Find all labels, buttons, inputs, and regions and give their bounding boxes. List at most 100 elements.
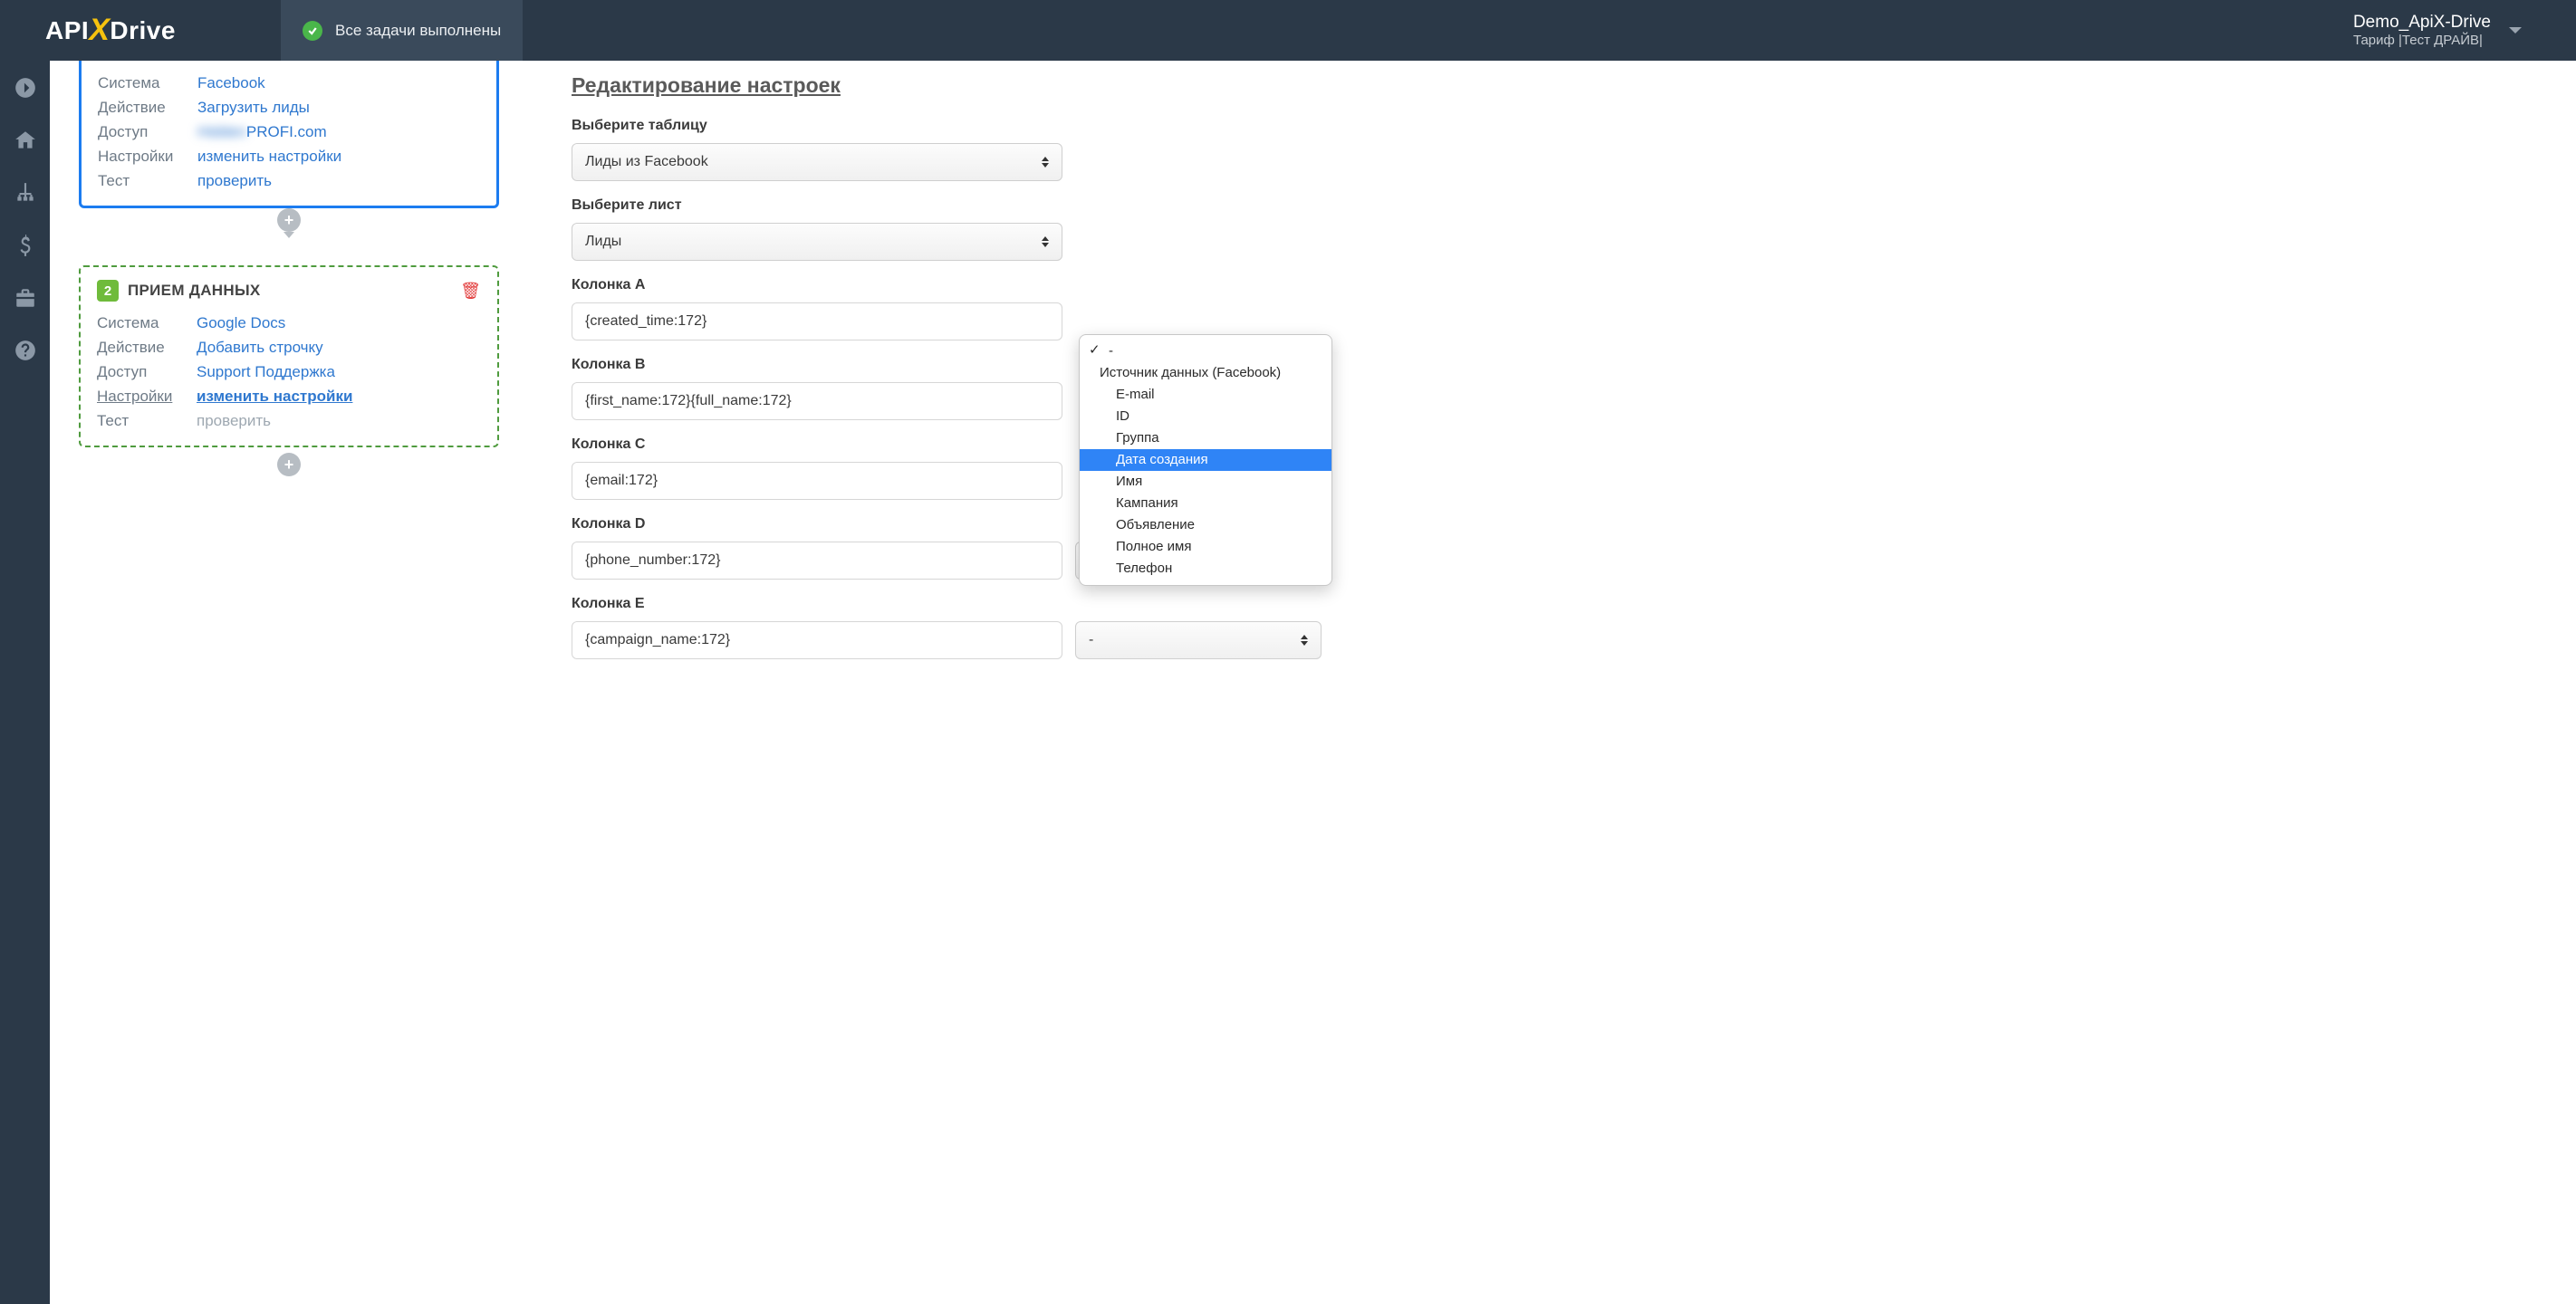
dropdown-opt-group[interactable]: Группа (1080, 427, 1331, 449)
receiver-test-value: проверить (197, 408, 481, 433)
source-system-value[interactable]: Facebook (197, 71, 480, 95)
rail-briefcase-icon[interactable] (11, 283, 40, 312)
dropdown-opt-email[interactable]: E-mail (1080, 384, 1331, 406)
connector-2: + (79, 453, 499, 476)
rail-help-icon[interactable] (11, 336, 40, 365)
rail-arrow-icon[interactable] (11, 73, 40, 102)
step-title: ПРИЕМ ДАННЫХ (128, 282, 261, 300)
table-select[interactable]: Лиды из Facebook (572, 143, 1062, 181)
receiver-action-label: Действие (97, 335, 197, 360)
rail-dollar-icon[interactable] (11, 231, 40, 260)
logo-drive: Drive (110, 16, 176, 45)
section-title: Редактирование настроек (572, 73, 2538, 98)
dropdown-opt-name[interactable]: Имя (1080, 471, 1331, 493)
column-a-input[interactable] (572, 302, 1062, 340)
column-b-label: Колонка B (572, 357, 2538, 373)
source-access-row: Доступ HiddenPROFI.com (98, 120, 480, 144)
dropdown-opt-phone[interactable]: Телефон (1080, 558, 1331, 580)
receiver-action-row: Действие Добавить строчку (97, 335, 481, 360)
field-dropdown[interactable]: - Источник данных (Facebook) E-mail ID Г… (1079, 334, 1332, 586)
column-e-picker[interactable]: - (1075, 621, 1322, 659)
right-column: Редактирование настроек Выберите таблицу… (528, 61, 2576, 1304)
account-name: Demo_ApiX-Drive (2353, 13, 2491, 33)
column-e-input[interactable] (572, 621, 1062, 659)
left-column: Система Facebook Действие Загрузить лиды… (50, 61, 528, 1304)
sheet-field: Выберите лист Лиды (572, 197, 2538, 261)
logo[interactable]: API X Drive (45, 13, 176, 48)
logo-api: API (45, 16, 89, 45)
trash-icon[interactable]: 🗑 (460, 282, 481, 301)
rail-home-icon[interactable] (11, 126, 40, 155)
source-test-value[interactable]: проверить (197, 168, 480, 193)
select-arrows-icon (1042, 157, 1049, 168)
account-plan: Тариф |Тест ДРАЙВ| (2353, 33, 2491, 48)
source-settings-label: Настройки (98, 144, 197, 168)
add-step-button-2[interactable]: + (277, 453, 301, 476)
source-action-label: Действие (98, 95, 197, 120)
column-d-field: Колонка D - (572, 516, 2538, 580)
dropdown-opt-campaign[interactable]: Кампания (1080, 493, 1331, 514)
receiver-access-value[interactable]: Support Поддержка (197, 360, 481, 384)
column-b-input[interactable] (572, 382, 1062, 420)
status-text: Все задачи выполнены (335, 22, 501, 40)
column-d-input[interactable] (572, 542, 1062, 580)
column-a-field: Колонка A (572, 277, 2538, 340)
dropdown-group: Источник данных (Facebook) (1080, 362, 1331, 384)
main: Система Facebook Действие Загрузить лиды… (0, 61, 2576, 1304)
receiver-card: 2 ПРИЕМ ДАННЫХ 🗑 Система Google Docs Дей… (79, 265, 499, 447)
source-test-label: Тест (98, 168, 197, 193)
column-e-picker-value: - (1089, 632, 1093, 648)
table-select-value: Лиды из Facebook (585, 154, 708, 170)
add-step-button[interactable]: + (277, 208, 301, 232)
sheet-select-value: Лиды (585, 234, 621, 250)
dropdown-opt-ad[interactable]: Объявление (1080, 514, 1331, 536)
select-arrows-icon (1042, 236, 1049, 247)
source-settings-value[interactable]: изменить настройки (197, 144, 480, 168)
receiver-settings-row: Настройки изменить настройки (97, 384, 481, 408)
column-c-label: Колонка C (572, 436, 2538, 453)
receiver-header: 2 ПРИЕМ ДАННЫХ 🗑 (97, 280, 481, 302)
left-rail (0, 61, 50, 1304)
connector-arrow-icon (284, 232, 294, 238)
source-system-label: Система (98, 71, 197, 95)
receiver-test-row: Тест проверить (97, 408, 481, 433)
source-access-label: Доступ (98, 120, 197, 144)
sheet-select[interactable]: Лиды (572, 223, 1062, 261)
source-access-suffix: PROFI.com (246, 123, 327, 140)
check-circle-icon (303, 21, 322, 41)
column-c-input[interactable] (572, 462, 1062, 500)
column-e-label: Колонка E (572, 596, 2538, 612)
source-test-row: Тест проверить (98, 168, 480, 193)
dropdown-opt-created[interactable]: Дата создания (1080, 449, 1331, 471)
receiver-system-label: Система (97, 311, 197, 335)
app-header: API X Drive Все задачи выполнены Demo_Ap… (0, 0, 2576, 61)
table-field: Выберите таблицу Лиды из Facebook (572, 118, 2538, 181)
source-action-value[interactable]: Загрузить лиды (197, 95, 480, 120)
receiver-settings-value[interactable]: изменить настройки (197, 384, 481, 408)
receiver-system-value[interactable]: Google Docs (197, 311, 481, 335)
dropdown-opt-dash[interactable]: - (1080, 340, 1331, 362)
receiver-system-row: Система Google Docs (97, 311, 481, 335)
column-a-label: Колонка A (572, 277, 2538, 293)
logo-wrap: API X Drive (0, 0, 281, 61)
rail-workflow-icon[interactable] (11, 178, 40, 207)
account-menu[interactable]: Demo_ApiX-Drive Тариф |Тест ДРАЙВ| (2353, 0, 2576, 61)
source-access-value[interactable]: HiddenPROFI.com (197, 120, 480, 144)
source-access-hidden: Hidden (197, 123, 246, 140)
sheet-label: Выберите лист (572, 197, 2538, 214)
column-d-label: Колонка D (572, 516, 2538, 532)
column-b-field: Колонка B (572, 357, 2538, 420)
source-card: Система Facebook Действие Загрузить лиды… (79, 61, 499, 208)
status-bar: Все задачи выполнены (281, 0, 523, 61)
connector-1: + (79, 208, 499, 238)
source-action-row: Действие Загрузить лиды (98, 95, 480, 120)
receiver-settings-label: Настройки (97, 384, 197, 408)
chevron-down-icon (2509, 27, 2522, 34)
source-system-row: Система Facebook (98, 71, 480, 95)
table-label: Выберите таблицу (572, 118, 2538, 134)
dropdown-opt-fullname[interactable]: Полное имя (1080, 536, 1331, 558)
source-settings-row: Настройки изменить настройки (98, 144, 480, 168)
receiver-action-value[interactable]: Добавить строчку (197, 335, 481, 360)
dropdown-opt-id[interactable]: ID (1080, 406, 1331, 427)
receiver-access-row: Доступ Support Поддержка (97, 360, 481, 384)
